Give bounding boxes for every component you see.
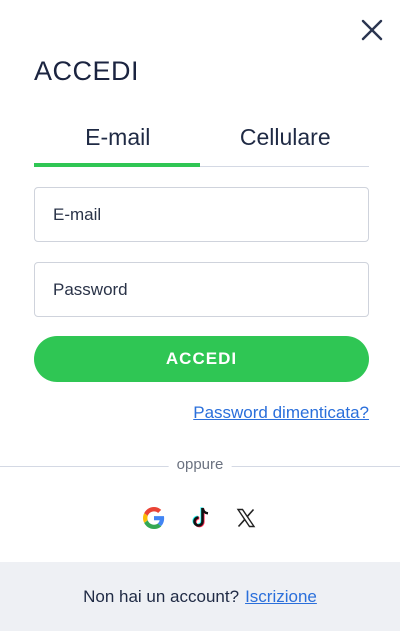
- google-icon: [143, 507, 165, 529]
- login-button[interactable]: ACCEDI: [34, 336, 369, 382]
- x-login-button[interactable]: [234, 506, 258, 530]
- tiktok-login-button[interactable]: [188, 506, 212, 530]
- tab-cellulare[interactable]: Cellulare: [202, 116, 370, 166]
- signup-link[interactable]: Iscrizione: [245, 587, 317, 607]
- password-field[interactable]: [34, 262, 369, 317]
- close-button[interactable]: [358, 16, 386, 44]
- login-method-tabs: E-mail Cellulare: [34, 116, 369, 167]
- tab-email[interactable]: E-mail: [34, 116, 202, 167]
- google-login-button[interactable]: [142, 506, 166, 530]
- forgot-password-link[interactable]: Password dimenticata?: [193, 403, 369, 423]
- social-login-row: [0, 506, 400, 530]
- email-field[interactable]: [34, 187, 369, 242]
- tiktok-icon: [192, 507, 209, 528]
- divider-label: oppure: [168, 456, 232, 473]
- page-title: ACCEDI: [34, 56, 140, 86]
- close-icon: [361, 19, 383, 41]
- x-icon: [236, 508, 256, 528]
- signup-footer: Non hai un account? Iscrizione: [0, 562, 400, 631]
- signup-prompt: Non hai un account?: [83, 586, 240, 606]
